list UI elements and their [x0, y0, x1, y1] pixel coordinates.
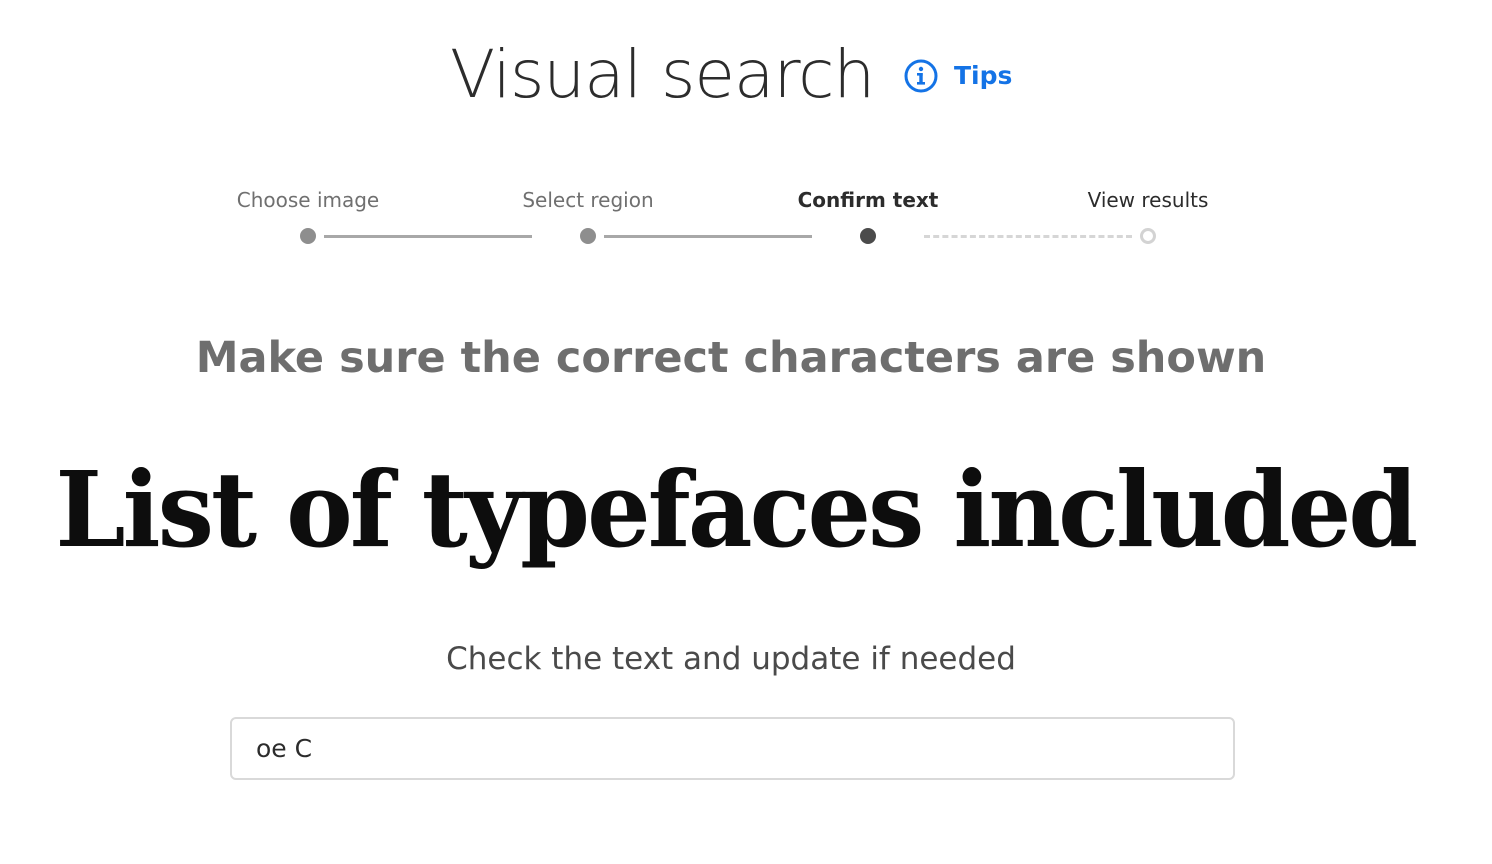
tips-label: Tips — [954, 61, 1013, 90]
confirm-subheading: Make sure the correct characters are sho… — [195, 333, 1267, 383]
step-connector-3 — [924, 235, 1132, 238]
selected-region-preview: List of typefaces included — [55, 430, 1418, 590]
step-confirm-text-dot — [860, 228, 876, 244]
step-choose-image-label: Choose image — [236, 188, 380, 212]
recognized-text-input[interactable] — [230, 717, 1235, 780]
step-view-results-label: View results — [1087, 188, 1209, 212]
step-confirm-text-label: Confirm text — [797, 188, 939, 212]
tips-link[interactable]: Tips — [904, 59, 1012, 93]
step-view-results-dot — [1140, 228, 1156, 244]
preview-text: List of typefaces included — [55, 448, 1418, 571]
step-select-region-dot — [580, 228, 596, 244]
page-title: Visual search — [450, 36, 875, 113]
instruction-text: Check the text and update if needed — [446, 641, 1016, 677]
step-connector-2 — [604, 235, 812, 238]
header: Visual search Tips — [0, 30, 1492, 120]
step-choose-image-dot — [300, 228, 316, 244]
step-connector-1 — [324, 235, 532, 238]
step-select-region-label: Select region — [522, 188, 654, 212]
info-icon — [904, 59, 938, 93]
progress-stepper: Choose image Select region Confirm text … — [0, 180, 1492, 260]
